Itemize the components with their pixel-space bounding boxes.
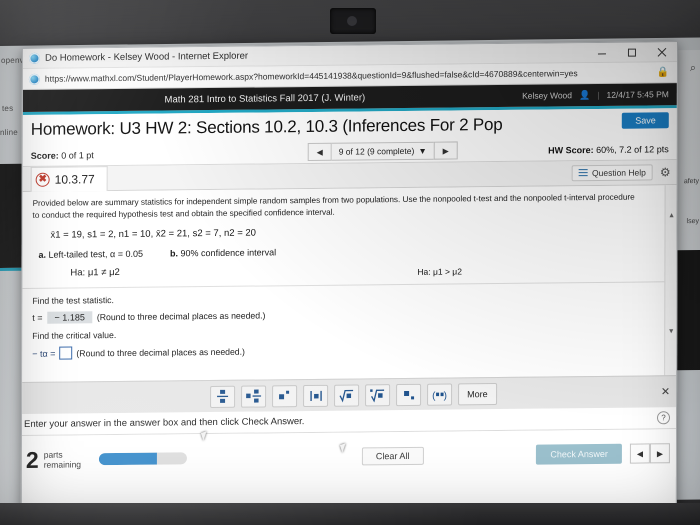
- score-text: Score: 0 of 1 pt: [31, 150, 94, 161]
- check-answer-button[interactable]: Check Answer: [536, 443, 622, 465]
- hw-score-value: 60%, 7.2 of 12 pts: [596, 143, 669, 155]
- square-root-button[interactable]: [334, 383, 360, 407]
- part-b-label: b.: [170, 248, 179, 259]
- clear-all-button[interactable]: Clear All: [361, 446, 424, 466]
- svg-text:(: (: [432, 390, 436, 401]
- critical-value-label: − tα =: [32, 348, 56, 359]
- mixed-number-button[interactable]: [241, 384, 267, 408]
- part-a-text: Left-tailed test, α = 0.05: [48, 248, 144, 260]
- progress-bar: [99, 452, 188, 466]
- parts-remaining-count: 2: [25, 446, 39, 473]
- prompt-test-statistic: Find the test statistic.: [32, 295, 114, 306]
- summary-statistics: x̄1 = 19, s1 = 2, n1 = 10, x̄2 = 21, s2 …: [50, 227, 256, 241]
- bg-right-fragment-1: lsey: [686, 218, 699, 226]
- person-icon: 👤: [579, 89, 591, 100]
- list-icon: [579, 169, 589, 177]
- background-right-window: ⌕ afety lsey: [676, 50, 700, 371]
- internet-explorer-icon: [28, 52, 40, 64]
- chevron-down-icon: ▼: [418, 145, 427, 156]
- critical-value-row: − tα = (Round to three decimal places as…: [32, 340, 666, 360]
- page-title: Homework: U3 HW 2: Sections 10.2, 10.3 (…: [30, 114, 503, 139]
- bg-teal-line: [0, 267, 22, 271]
- interval-notation-button[interactable]: (): [427, 382, 453, 406]
- save-button[interactable]: Save: [622, 112, 669, 129]
- progress-bar-fill: [99, 452, 158, 466]
- prev-question-button[interactable]: ◀: [307, 142, 332, 162]
- instruction-text: Enter your answer in the answer box and …: [23, 416, 305, 430]
- incorrect-x-icon: ✖: [35, 172, 50, 187]
- hypotheses-row: Ha: μ1 ≠ μ2 Ha: μ1 > μ2: [32, 261, 666, 284]
- url-text[interactable]: https://www.mathxl.com/Student/PlayerHom…: [45, 67, 657, 84]
- window-controls: [587, 42, 677, 63]
- bottom-navigation: ◀ ▶: [629, 443, 670, 464]
- close-icon[interactable]: [647, 42, 677, 62]
- course-header-right: Kelsey Wood 👤 | 12/4/17 5:45 PM: [522, 89, 669, 102]
- hw-score: HW Score: 60%, 7.2 of 12 pts: [548, 144, 669, 155]
- question-navigator: ◀ 9 of 12 (9 complete) ▼ ▶: [307, 141, 458, 162]
- test-statistic-note: (Round to three decimal places as needed…: [96, 310, 266, 323]
- critical-value-note: (Round to three decimal places as needed…: [76, 346, 245, 358]
- webcam: [330, 8, 376, 34]
- monitor-bezel-bottom: [0, 503, 700, 525]
- bg-fragment-1: tes: [2, 103, 14, 113]
- question-help-label: Question Help: [592, 167, 646, 179]
- window-title: Do Homework - Kelsey Wood - Internet Exp…: [44, 50, 249, 64]
- scroll-up-icon[interactable]: ▲: [666, 209, 678, 221]
- svg-text:): ): [443, 390, 446, 401]
- problem-scrollbar[interactable]: ▲ ▼: [664, 185, 678, 376]
- question-select-label: 9 of 12 (9 complete): [338, 145, 415, 157]
- part-b-text: 90% confidence interval: [180, 247, 277, 259]
- parts-label-line-1: parts: [43, 449, 63, 460]
- parts-remaining-label: parts remaining: [43, 449, 82, 470]
- answer-action-bar: 2 parts remaining Clear All Check Answer…: [21, 429, 676, 485]
- parts-remaining: 2 parts remaining: [25, 446, 82, 473]
- question-help-button[interactable]: Question Help: [571, 164, 653, 182]
- bottom-prev-button[interactable]: ◀: [629, 443, 650, 464]
- part-a-label: a.: [38, 249, 46, 260]
- t-label: t =: [32, 312, 43, 323]
- math-palette: () More ✕: [22, 375, 677, 415]
- question-id: 10.3.77: [54, 171, 95, 187]
- hw-score-label: HW Score:: [548, 144, 594, 155]
- hypothesis-right: Ha: μ1 > μ2: [417, 266, 462, 277]
- bg-dark-panel: [0, 163, 22, 268]
- question-tab[interactable]: ✖ 10.3.77: [30, 165, 108, 192]
- fraction-button[interactable]: [210, 385, 236, 408]
- timestamp: 12/4/17 5:45 PM: [606, 89, 669, 100]
- search-icon: ⌕: [689, 62, 696, 75]
- site-icon: [28, 73, 40, 85]
- parts-label-line-2: remaining: [43, 459, 82, 470]
- prompt-critical-value: Find the critical value.: [32, 330, 117, 341]
- divider: |: [597, 89, 600, 100]
- score-value: 0 of 1 pt: [61, 149, 94, 161]
- question-select[interactable]: 9 of 12 (9 complete) ▼: [331, 141, 434, 161]
- score-label: Score:: [30, 150, 59, 161]
- critical-value-input[interactable]: [59, 346, 73, 360]
- hypothesis-left: Ha: μ1 ≠ μ2: [70, 266, 120, 279]
- test-statistic-row: t = − 1.185 (Round to three decimal plac…: [32, 305, 666, 324]
- question-help-group: Question Help ⚙: [571, 164, 671, 182]
- subscript-button[interactable]: [396, 383, 422, 406]
- nth-root-button[interactable]: [365, 383, 391, 406]
- maximize-icon[interactable]: [617, 42, 647, 62]
- bg-right-fragment-0: afety: [683, 178, 699, 186]
- more-button[interactable]: More: [458, 382, 497, 405]
- gear-icon[interactable]: ⚙: [660, 165, 671, 179]
- absolute-value-button[interactable]: [303, 384, 329, 407]
- problem-parts: a. Left-tailed test, α = 0.05 b. 90% con…: [32, 243, 666, 260]
- minimize-icon[interactable]: [587, 43, 617, 63]
- bg-fragment-2: nline: [0, 127, 18, 137]
- browser-window: Do Homework - Kelsey Wood - Internet Exp…: [20, 41, 678, 519]
- next-question-button[interactable]: ▶: [433, 141, 458, 160]
- close-icon[interactable]: ✕: [661, 385, 670, 398]
- bg-right-dark: [676, 250, 700, 371]
- exponent-button[interactable]: [272, 384, 298, 407]
- bottom-next-button[interactable]: ▶: [649, 443, 670, 464]
- scroll-down-icon[interactable]: ▼: [665, 325, 677, 337]
- lock-icon: 🔒: [656, 66, 669, 78]
- user-name[interactable]: Kelsey Wood: [522, 90, 572, 101]
- question-mark-icon[interactable]: ?: [656, 411, 671, 425]
- test-statistic-value: − 1.185: [47, 311, 92, 324]
- problem-content: Provided below are summary statistics fo…: [22, 185, 678, 382]
